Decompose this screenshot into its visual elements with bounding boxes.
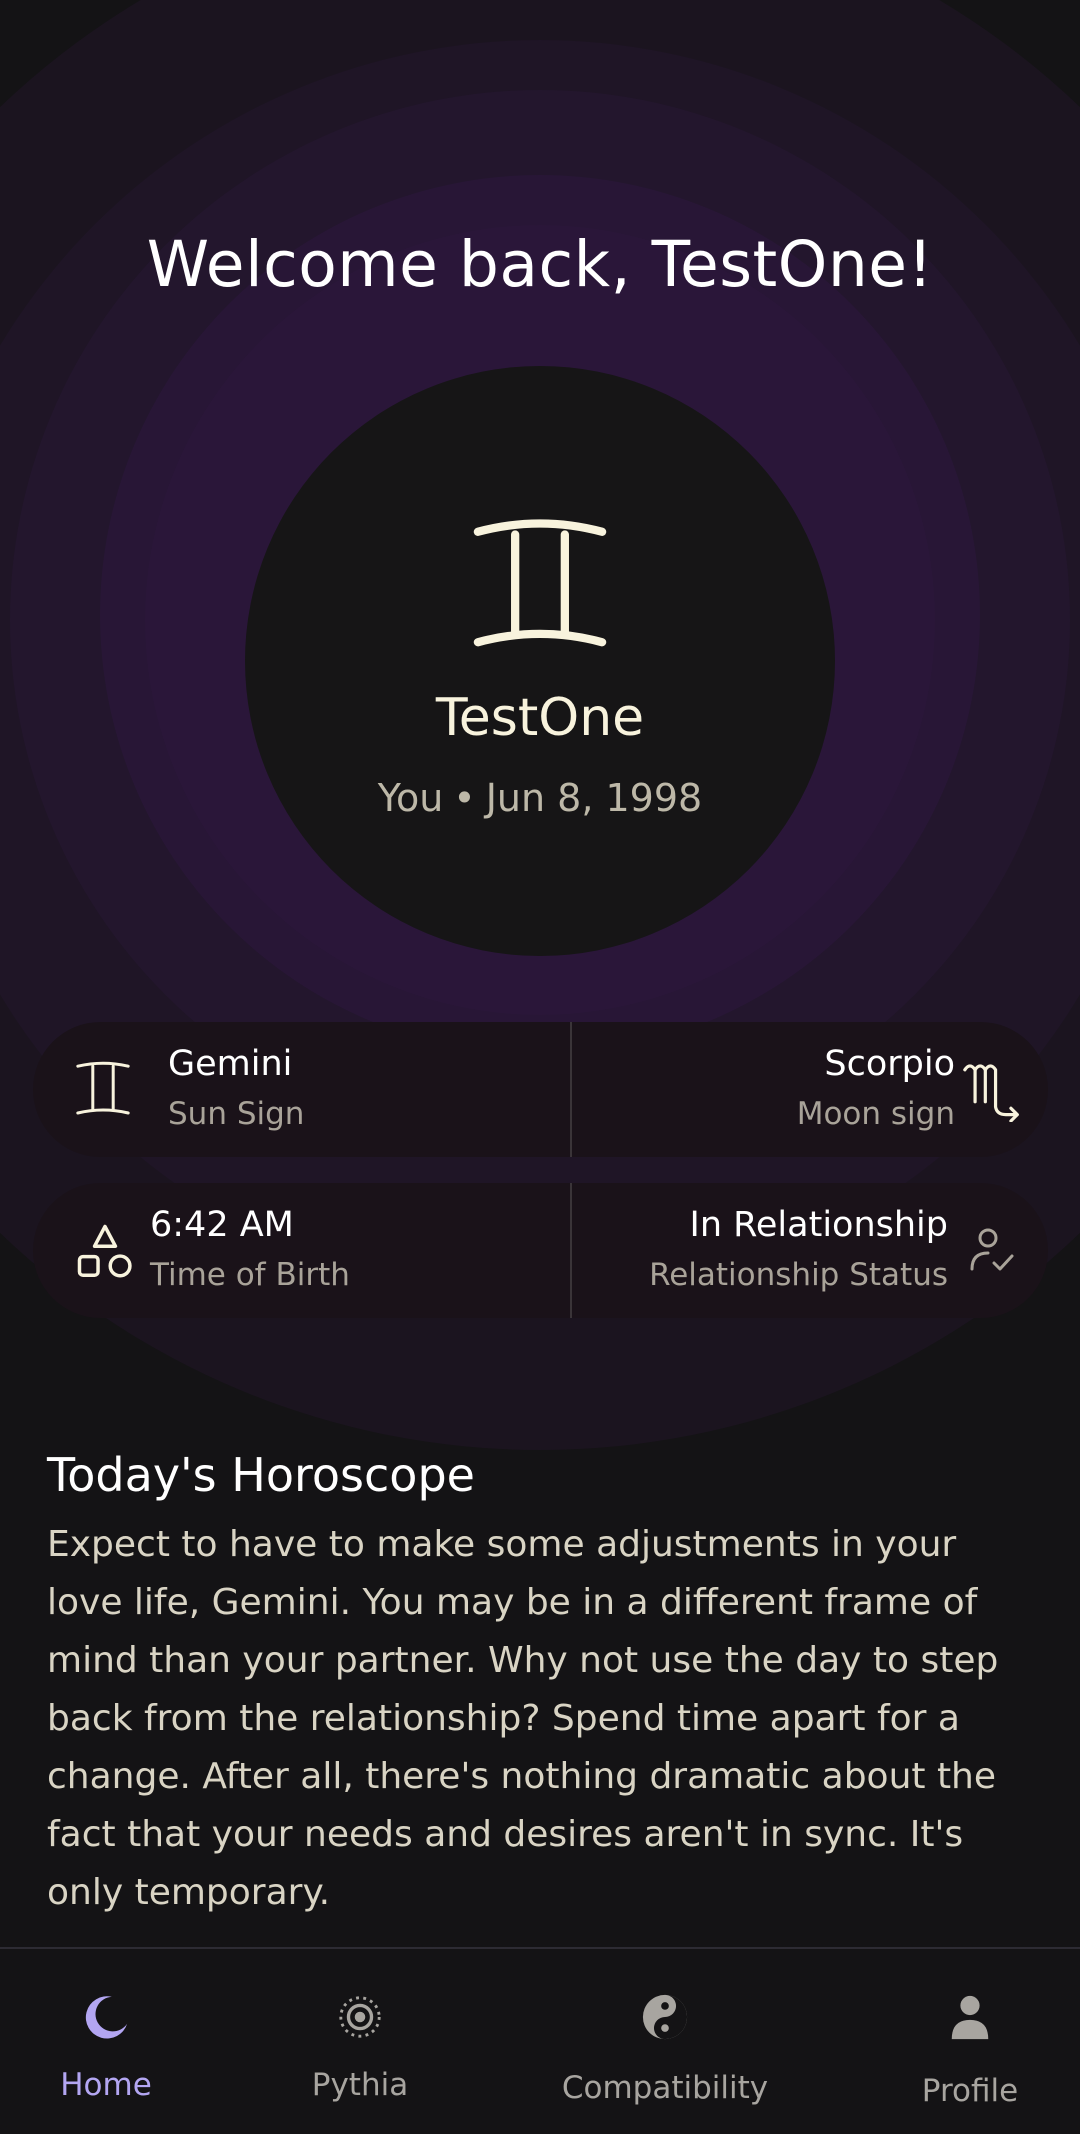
- nav-compatibility[interactable]: Compatibility: [560, 1949, 770, 2134]
- nav-compatibility-label: Compatibility: [561, 2070, 769, 2106]
- profile-birth-date: Jun 8, 1998: [485, 776, 703, 820]
- profile-subtitle: You • Jun 8, 1998: [0, 776, 1080, 820]
- nav-pythia-label: Pythia: [311, 2067, 409, 2103]
- sun-sign-cell[interactable]: Gemini Sun Sign: [168, 1022, 548, 1157]
- nav-profile-label: Profile: [921, 2073, 1019, 2109]
- relationship-value: In Relationship: [689, 1205, 948, 1245]
- moon-icon: [85, 1996, 128, 2039]
- horoscope-title: Today's Horoscope: [47, 1448, 475, 1502]
- card-divider: [570, 1183, 572, 1318]
- bottom-nav: Home Pythia Compatibility Profile: [0, 1947, 1080, 2134]
- scorpio-icon: [963, 1064, 1019, 1122]
- signs-card: Gemini Sun Sign Scorpio Moon sign: [33, 1022, 1048, 1157]
- shapes-icon: [77, 1224, 132, 1278]
- birth-time-value: 6:42 AM: [150, 1205, 294, 1245]
- relationship-cell[interactable]: In Relationship Relationship Status: [593, 1183, 948, 1318]
- relationship-label: Relationship Status: [649, 1257, 948, 1293]
- person-icon: [951, 1995, 989, 2040]
- home-screen: Welcome back, TestOne! TestOne You • Jun 8…: [0, 0, 1080, 2134]
- moon-sign-label: Moon sign: [796, 1096, 955, 1132]
- gemini-icon: [76, 1061, 130, 1115]
- profile-name: TestOne: [435, 688, 645, 748]
- separator: •: [453, 776, 476, 820]
- nav-profile[interactable]: Profile: [910, 1949, 1030, 2134]
- welcome-heading: Welcome back, TestOne!: [146, 228, 934, 301]
- gemini-icon: [473, 519, 607, 647]
- profile-avatar[interactable]: [245, 366, 835, 956]
- card-divider: [570, 1022, 572, 1157]
- details-card: 6:42 AM Time of Birth In Relationship Re…: [33, 1183, 1048, 1318]
- person-check-icon: [970, 1228, 1014, 1271]
- moon-sign-cell[interactable]: Scorpio Moon sign: [593, 1022, 955, 1157]
- nav-home[interactable]: Home: [46, 1949, 166, 2134]
- sun-sign-label: Sun Sign: [168, 1096, 305, 1132]
- birth-time-cell[interactable]: 6:42 AM Time of Birth: [150, 1183, 540, 1318]
- nav-home-label: Home: [60, 2067, 152, 2103]
- nav-pythia[interactable]: Pythia: [300, 1949, 420, 2134]
- profile-relation: You: [377, 776, 444, 820]
- sun-sign-value: Gemini: [168, 1044, 293, 1084]
- eye-icon: [339, 1996, 381, 2038]
- horoscope-text: Expect to have to make some adjustments …: [47, 1524, 999, 1913]
- yin-yang-icon: [642, 1994, 688, 2040]
- moon-sign-value: Scorpio: [824, 1044, 955, 1084]
- birth-time-label: Time of Birth: [150, 1257, 350, 1293]
